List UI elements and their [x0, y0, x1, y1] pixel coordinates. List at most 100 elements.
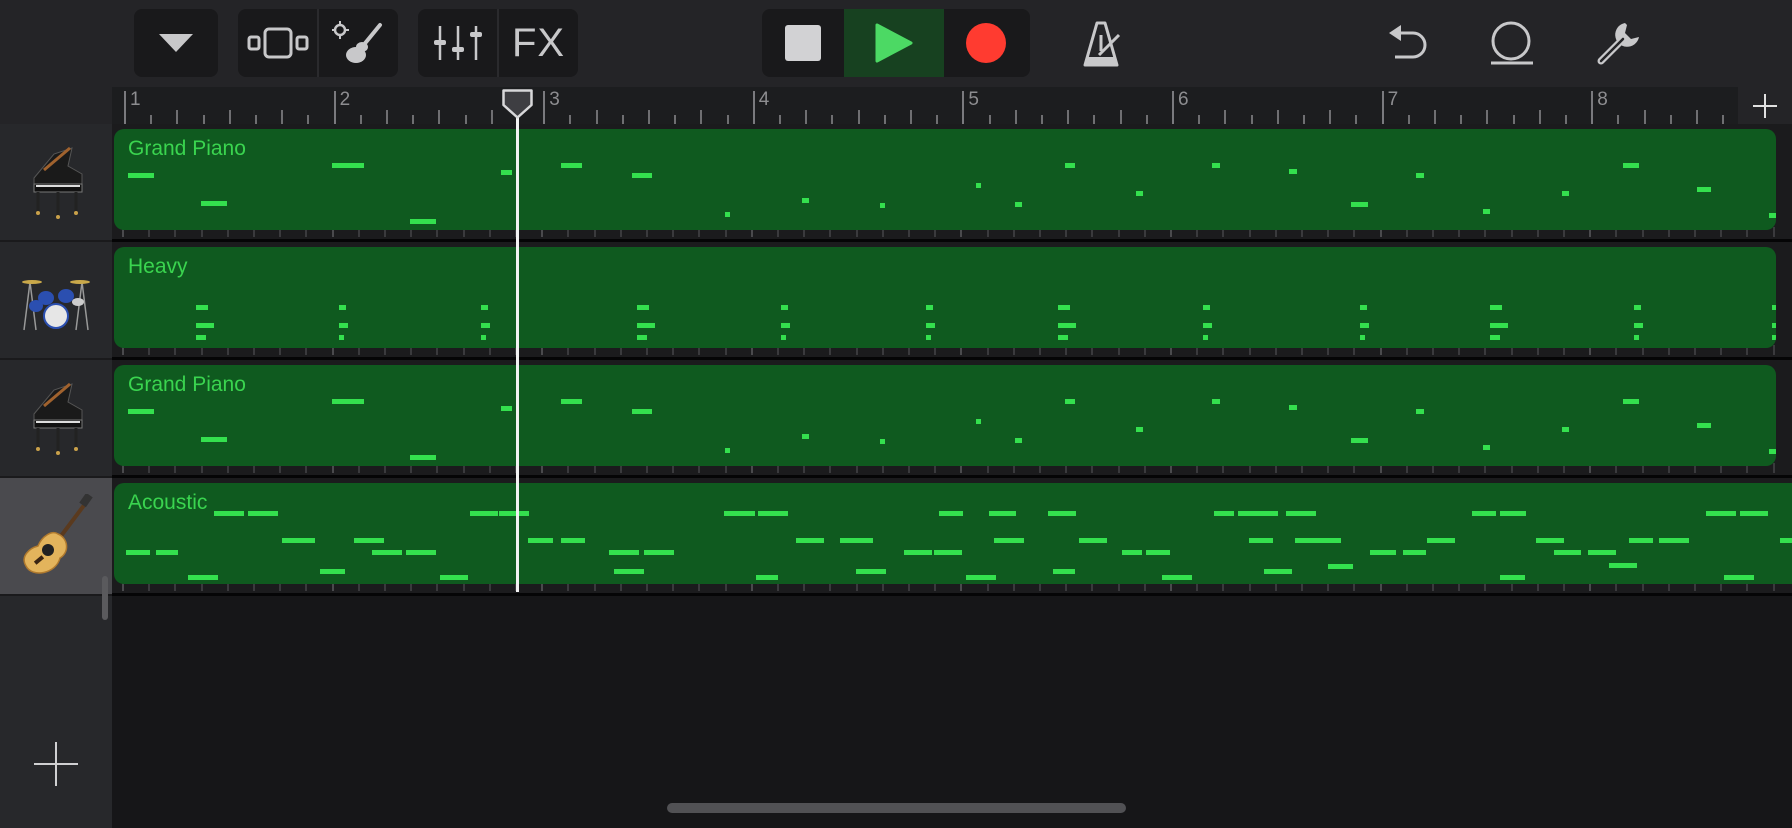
midi-note	[1203, 335, 1208, 340]
midi-note	[406, 550, 436, 555]
midi-note	[802, 198, 809, 203]
midi-note	[1416, 409, 1424, 414]
beat-tick	[1669, 115, 1672, 124]
midi-note	[1706, 511, 1736, 516]
midi-note	[1427, 538, 1455, 543]
midi-note	[561, 163, 582, 168]
beat-tick	[281, 110, 284, 124]
midi-note	[1328, 564, 1353, 569]
tracks-view-button[interactable]	[238, 9, 317, 77]
timeline-ruler[interactable]: 1 2 3 4 5 6 7 8	[112, 87, 1738, 124]
midi-note	[1629, 538, 1653, 543]
midi-note	[528, 538, 553, 543]
mixer-button[interactable]	[418, 9, 497, 77]
midi-note	[1740, 511, 1768, 516]
midi-note	[637, 305, 649, 310]
settings-button[interactable]	[1588, 14, 1648, 74]
midi-note	[1772, 323, 1776, 328]
midi-note	[1360, 323, 1369, 328]
midi-note	[201, 437, 227, 442]
midi-note	[994, 538, 1024, 543]
loop-browser-icon	[1491, 21, 1533, 65]
region-heavy[interactable]: Heavy	[114, 247, 1776, 348]
guitar-gear-icon	[331, 21, 382, 63]
beat-tick	[1303, 115, 1305, 124]
grand-piano-icon	[33, 146, 83, 219]
bar-number: 4	[758, 89, 770, 110]
track-lane: Acoustic	[112, 478, 1792, 596]
track-list-scrollbar[interactable]	[102, 576, 108, 620]
play-triangle-icon	[875, 23, 913, 63]
loop-browser-button[interactable]	[1482, 14, 1542, 74]
instrument-settings-button[interactable]	[317, 9, 398, 77]
midi-note	[1536, 538, 1564, 543]
triangle-down-icon	[159, 34, 193, 52]
midi-note	[339, 323, 348, 328]
midi-note	[1122, 550, 1142, 555]
beat-tick	[386, 110, 388, 124]
midi-note	[1289, 169, 1297, 174]
midi-note	[904, 550, 932, 555]
home-indicator[interactable]	[667, 803, 1126, 813]
metronome-button[interactable]	[1072, 14, 1132, 74]
midi-note	[1772, 305, 1776, 310]
beat-tick	[1722, 115, 1725, 124]
midi-note	[1351, 438, 1368, 443]
track-header-heavy[interactable]	[0, 242, 112, 360]
undo-button[interactable]	[1380, 14, 1440, 74]
add-section-button[interactable]	[1738, 87, 1792, 124]
region-grand-piano[interactable]: Grand Piano	[114, 365, 1776, 466]
midi-note	[1162, 575, 1192, 580]
beat-tick	[1460, 115, 1463, 124]
beat-tick	[1696, 110, 1698, 124]
midi-note	[248, 511, 278, 516]
beat-tick	[359, 115, 362, 124]
record-button[interactable]	[944, 9, 1028, 77]
midi-note	[1416, 173, 1424, 178]
midi-note	[989, 511, 1016, 516]
midi-note	[1780, 538, 1792, 543]
plus-icon	[1753, 93, 1777, 118]
midi-note	[724, 511, 755, 516]
midi-note	[128, 173, 154, 178]
midi-note	[758, 511, 788, 516]
track-lane: Grand Piano	[112, 360, 1792, 478]
midi-note	[1289, 405, 1297, 410]
midi-note	[501, 170, 512, 175]
track-header-acoustic[interactable]	[0, 478, 112, 596]
midi-note	[481, 305, 488, 310]
add-track-button[interactable]	[34, 742, 78, 786]
fx-button[interactable]: FX	[497, 9, 578, 77]
midi-note	[926, 335, 931, 340]
midi-note	[1264, 569, 1292, 574]
browser-dropdown-button[interactable]	[134, 9, 218, 77]
beat-tick	[1329, 110, 1332, 124]
midi-note	[1724, 575, 1754, 580]
midi-note	[561, 538, 585, 543]
track-header-grand-piano-1[interactable]	[0, 124, 112, 242]
midi-note	[1772, 335, 1776, 340]
region-grand-piano[interactable]: Grand Piano	[114, 129, 1776, 230]
region-acoustic[interactable]: Acoustic	[114, 483, 1792, 584]
midi-note	[966, 575, 996, 580]
grid-tick	[1772, 345, 1775, 355]
bar-number: 8	[1597, 89, 1608, 110]
midi-note	[781, 335, 786, 340]
playhead-handle[interactable]	[502, 89, 533, 119]
beat-tick	[1198, 115, 1201, 124]
midi-note	[976, 183, 981, 188]
beat-tick	[464, 115, 467, 124]
stop-button[interactable]	[762, 9, 844, 77]
track-header-grand-piano-2[interactable]	[0, 360, 112, 478]
beat-tick	[1407, 115, 1410, 124]
midi-note	[339, 305, 346, 310]
beat-tick	[1643, 110, 1646, 124]
midi-note	[1472, 511, 1496, 516]
midi-note	[781, 323, 790, 328]
midi-note	[796, 538, 824, 543]
midi-note	[214, 511, 244, 516]
midi-note	[188, 575, 218, 580]
play-button[interactable]	[844, 9, 944, 77]
midi-note	[561, 399, 582, 404]
midi-note	[440, 575, 468, 580]
